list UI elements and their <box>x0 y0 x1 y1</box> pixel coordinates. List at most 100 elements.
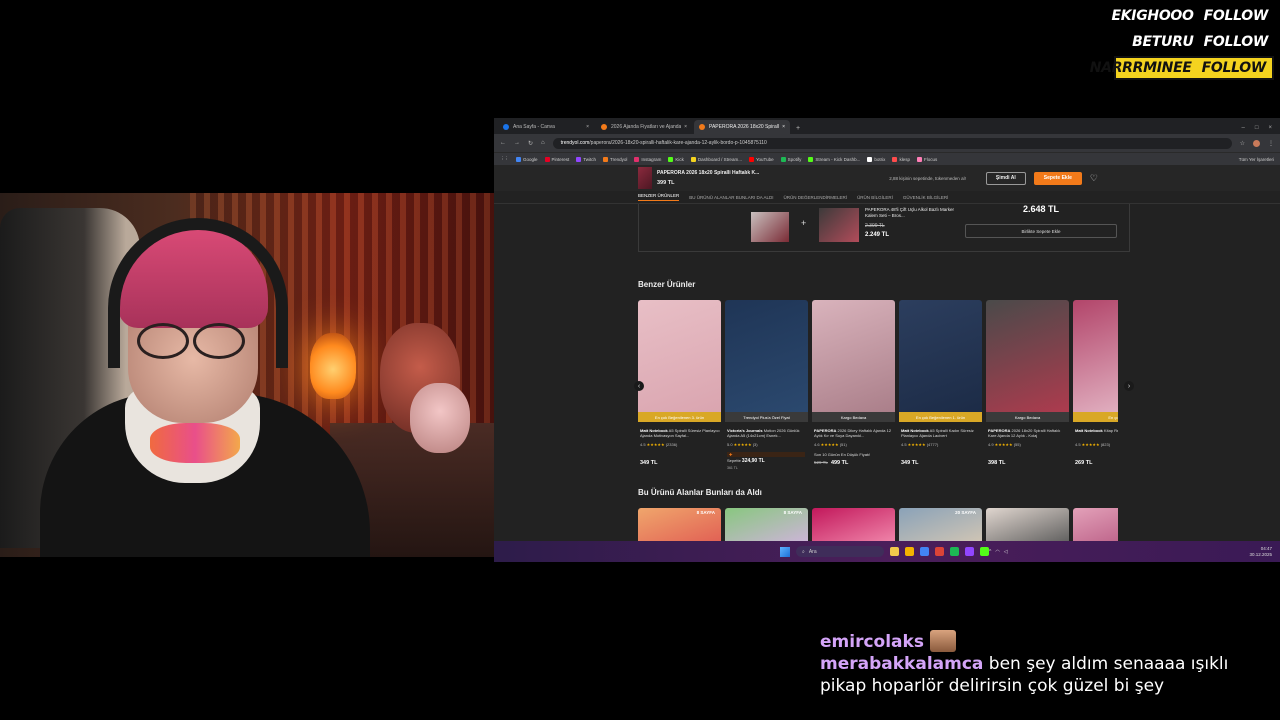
url-domain: trendyol.com <box>560 140 590 146</box>
rating-count: (823) <box>1100 442 1111 447</box>
trendyol-product-page: PAPERORA 2026 18x20 Spiralli Haftalık K.… <box>494 165 1280 541</box>
minimize-button[interactable]: – <box>1242 125 1245 131</box>
rating-count: (55) <box>1013 442 1021 447</box>
follower-name: NARRRMINEE <box>1089 60 1192 76</box>
forward-icon[interactable]: → <box>514 140 520 146</box>
taskbar-clock[interactable]: 04:47 30.12.2025 <box>1249 546 1272 558</box>
taskbar-app-icon[interactable] <box>965 547 974 556</box>
follower-name: EKIGHOOO <box>1111 8 1194 24</box>
back-icon[interactable]: ← <box>500 140 506 146</box>
chevron-up-icon[interactable]: ^ <box>989 549 991 555</box>
product-name[interactable]: PAPERORA 2026 18x20 Spiralli Haftalık Ka… <box>988 428 1068 438</box>
product-image[interactable] <box>812 300 895 422</box>
product-image[interactable] <box>1073 300 1118 422</box>
carousel-prev-arrow[interactable]: ‹ <box>634 381 644 391</box>
tab-close-icon[interactable]: × <box>586 124 589 130</box>
bookmark-favicon-icon <box>780 156 786 162</box>
product-image[interactable] <box>638 300 721 422</box>
favorite-heart-icon[interactable]: ♡ <box>1090 173 1098 184</box>
product-card[interactable]: En çok Beğenilenen 3. ürün Matt Notebook … <box>638 300 721 470</box>
product-card[interactable]: En çok Beğenilenen 1. ürün Matt Notebook … <box>899 300 982 470</box>
tab-also-bought[interactable]: BU ÜRÜNÜ ALANLAR BUNLARI DA ALDI <box>689 195 773 200</box>
profile-avatar[interactable] <box>1253 139 1260 147</box>
product-name[interactable]: Matt Notebook Kitap Reading Journal Bor.… <box>1075 428 1118 438</box>
taskbar-app-icon[interactable] <box>920 547 929 556</box>
also-bought-product-image[interactable] <box>812 508 895 541</box>
bookmark-item[interactable]: Twitch <box>576 156 596 162</box>
new-tab-button[interactable]: + <box>796 125 800 132</box>
menu-icon[interactable]: ⋮ <box>1268 140 1274 147</box>
browser-tab-active[interactable]: PAPERORA 2026 18x20 Spiralli... × <box>694 120 790 134</box>
home-icon[interactable]: ⌂ <box>541 140 545 146</box>
taskbar-app-icon[interactable] <box>980 547 989 556</box>
product-card[interactable]: En çok Matt Notebook Kitap Reading Journa… <box>1073 300 1118 470</box>
bookmark-item[interactable]: Kick <box>668 156 684 162</box>
also-bought-product-image[interactable]: 20 SAYFA <box>899 508 982 541</box>
tab-product-info[interactable]: ÜRÜN BİLGİLERİ <box>857 195 893 200</box>
bundle-addon-image[interactable] <box>819 208 859 242</box>
add-to-cart-button[interactable]: Sepete Ekle <box>1033 171 1082 185</box>
bookmark-item[interactable]: YouTube <box>748 156 774 162</box>
tab-close-icon[interactable]: × <box>782 124 785 130</box>
bookmark-item[interactable]: Spotify <box>780 156 801 162</box>
follower-name: BETURU <box>1132 34 1194 50</box>
chat-emote-icon <box>929 630 956 652</box>
follow-label: FOLLOW <box>1203 34 1269 50</box>
buy-now-button[interactable]: Şimdi Al <box>985 171 1026 185</box>
carousel-next-arrow[interactable]: › <box>1124 381 1134 391</box>
bookmark-item[interactable]: klesp <box>892 156 910 162</box>
tab-safety-info[interactable]: GÜVENLİK BİLGİLERİ <box>903 195 949 200</box>
browser-tab[interactable]: 2026 Ajanda Fiyatları ve Ajanda... × <box>596 120 692 134</box>
taskbar-search[interactable]: ⌕ Ara <box>796 546 884 557</box>
bookmark-item[interactable]: botrix <box>867 156 885 162</box>
tab-reviews[interactable]: ÜRÜN DEĞERLENDİRMELERİ <box>784 195 848 200</box>
bookmark-item[interactable]: Pinterest <box>544 156 569 162</box>
product-card[interactable]: Kargo Bedava PAPERORA 2026 18x20 Spiralli… <box>986 300 1069 470</box>
tab-close-icon[interactable]: × <box>684 124 687 130</box>
also-bought-product-image[interactable]: 8 SAYFA <box>725 508 808 541</box>
bookmark-item[interactable]: Dashboard / Stream... <box>690 156 742 162</box>
taskbar-app-icon[interactable] <box>950 547 959 556</box>
product-badge: En çok Beğenilenen 3. ürün <box>638 412 721 422</box>
bookmark-favicon-icon <box>690 156 696 162</box>
taskbar-app-icon[interactable] <box>935 547 944 556</box>
window-controls: – □ × <box>1234 125 1280 134</box>
chat-overlay: emircolaks merabakkalamca ben şey aldım … <box>820 630 1270 697</box>
product-name[interactable]: Matt Notebook A5 Spiralli Kadın Süresiz … <box>901 428 981 438</box>
taskbar-app-icon[interactable] <box>890 547 899 556</box>
rating-count: (51) <box>839 442 847 447</box>
close-window-button[interactable]: × <box>1268 125 1272 131</box>
browser-tab[interactable]: Ana Sayfa - Canva × <box>498 120 594 134</box>
bookmark-item[interactable]: Stream - Kick Dashb... <box>808 156 860 162</box>
tab-similar-products[interactable]: BENZER ÜRÜNLER <box>638 193 680 201</box>
reload-icon[interactable]: ↻ <box>528 140 533 147</box>
also-bought-product-image[interactable] <box>986 508 1069 541</box>
windows-start-icon[interactable] <box>780 546 790 557</box>
bundle-add-to-cart-button[interactable]: Birlikte Sepete Ekle <box>965 224 1117 238</box>
bundle-product-image[interactable] <box>751 212 789 242</box>
bookmark-item[interactable]: Flocus <box>916 156 937 162</box>
bookmark-item[interactable]: Trendyol <box>603 156 627 162</box>
product-name[interactable]: Matt Notebook A5 Spiralli Süresiz Planla… <box>640 428 720 438</box>
bookmark-item[interactable]: Google <box>516 156 538 162</box>
volume-icon[interactable]: ◁ <box>1004 549 1008 555</box>
also-bought-product-image[interactable]: 8 SAYFA <box>638 508 721 541</box>
wifi-icon[interactable]: ◠ <box>995 549 999 555</box>
apps-grid-icon[interactable]: ⋮⋮ <box>500 156 509 162</box>
product-image[interactable] <box>725 300 808 422</box>
product-name[interactable]: Victoria's Journals Motion 2026 Günlük A… <box>727 428 807 438</box>
product-image[interactable] <box>986 300 1069 422</box>
bookmark-item[interactable]: Instagram <box>634 156 661 162</box>
bundle-addon-title[interactable]: PAPERORA 48'li Çift Uçlu Alkol Bazlı Mar… <box>865 207 955 219</box>
also-bought-product-image[interactable]: 16 SAYFA <box>1073 508 1118 541</box>
bookmark-star-icon[interactable]: ☆ <box>1240 140 1245 147</box>
maximize-button[interactable]: □ <box>1255 125 1259 131</box>
product-card[interactable]: Kargo Bedava PAPERORA 2026 Dikey Haftalık… <box>812 300 895 470</box>
all-bookmarks-folder[interactable]: Tüm Yer İşaretleri <box>1239 157 1274 162</box>
product-card[interactable]: Trendyol Plus'a Özel Fiyat Victoria's Jou… <box>725 300 808 470</box>
taskbar-app-icon[interactable] <box>905 547 914 556</box>
product-name[interactable]: PAPERORA 2026 Dikey Haftalık Ajanda 12 A… <box>814 428 894 438</box>
url-field[interactable]: trendyol.com/paperora/2026-18x20-spirall… <box>552 137 1232 149</box>
product-image[interactable] <box>899 300 982 422</box>
chat-username: merabakkalamca <box>820 654 984 674</box>
